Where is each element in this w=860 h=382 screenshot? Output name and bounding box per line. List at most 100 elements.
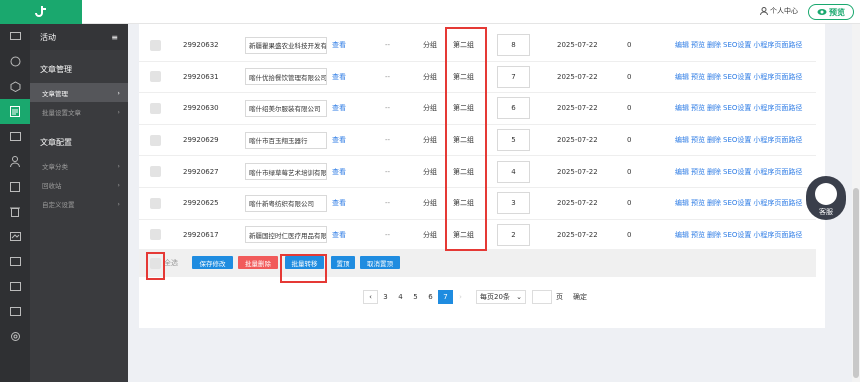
sort-input[interactable]: 2 xyxy=(497,223,530,246)
person-icon[interactable] xyxy=(0,149,30,174)
trash-icon[interactable] xyxy=(0,199,30,224)
preview-button[interactable]: 预览 xyxy=(808,4,854,20)
view-link[interactable]: 查看 xyxy=(332,30,346,61)
row-checkbox[interactable] xyxy=(150,197,161,209)
chart-icon[interactable] xyxy=(0,224,30,249)
preview-link[interactable]: 预览 xyxy=(691,167,705,177)
article-name-input[interactable]: 喀什市绿草莓艺术培训有限 xyxy=(245,163,327,181)
preview-link[interactable]: 预览 xyxy=(691,198,705,208)
miniapp-path-link[interactable]: 小程序页面路径 xyxy=(753,103,802,113)
article-name-input[interactable]: 喀什绍美尔服装有限公司 xyxy=(245,99,327,117)
sidebar-item-custom[interactable]: 自定义设置 › xyxy=(30,194,128,213)
scrollbar[interactable] xyxy=(852,24,860,382)
clipboard-icon[interactable] xyxy=(0,174,30,199)
sidebar-item-article-manage[interactable]: 文章管理 › xyxy=(30,83,128,102)
miniapp-path-link[interactable]: 小程序页面路径 xyxy=(753,167,802,177)
list-icon[interactable] xyxy=(0,249,30,274)
edit-link[interactable]: 编辑 xyxy=(675,72,689,82)
article-name-input[interactable]: 新疆瞿果盛农业科技开发有 xyxy=(245,36,327,54)
view-link[interactable]: 查看 xyxy=(332,220,346,251)
sort-input[interactable]: 7 xyxy=(497,65,530,88)
sort-input[interactable]: 8 xyxy=(497,34,530,57)
miniapp-path-link[interactable]: 小程序页面路径 xyxy=(753,40,802,50)
edit-link[interactable]: 编辑 xyxy=(675,103,689,113)
delete-link[interactable]: 删除 xyxy=(707,103,721,113)
row-checkbox[interactable] xyxy=(150,134,161,146)
edit-link[interactable]: 编辑 xyxy=(675,230,689,240)
sidebar-item-category[interactable]: 文章分类 › xyxy=(30,156,128,175)
preview-link[interactable]: 预览 xyxy=(691,103,705,113)
scrollbar-thumb[interactable] xyxy=(853,188,859,378)
edit-link[interactable]: 编辑 xyxy=(675,40,689,50)
sort-input[interactable]: 5 xyxy=(497,129,530,152)
sidebar-item-batch-settings[interactable]: 批量设置文章 › xyxy=(30,102,128,121)
sort-input[interactable]: 3 xyxy=(497,192,530,215)
page-size-select[interactable]: 每页20条 ⌄ xyxy=(476,290,526,304)
article-name-input[interactable]: 喀什新粤纺织有限公司 xyxy=(245,194,327,212)
preview-link[interactable]: 预览 xyxy=(691,230,705,240)
delete-link[interactable]: 删除 xyxy=(707,167,721,177)
page-jump-confirm[interactable]: 确定 xyxy=(573,292,587,302)
seo-link[interactable]: SEO设置 xyxy=(723,40,751,50)
document-icon[interactable] xyxy=(0,99,30,124)
edit-link[interactable]: 编辑 xyxy=(675,198,689,208)
view-link[interactable]: 查看 xyxy=(332,125,346,156)
miniapp-path-link[interactable]: 小程序页面路径 xyxy=(753,72,802,82)
seo-link[interactable]: SEO设置 xyxy=(723,72,751,82)
preview-link[interactable]: 预览 xyxy=(691,40,705,50)
collapse-icon[interactable]: ≡ xyxy=(111,33,118,42)
sort-input[interactable]: 4 xyxy=(497,160,530,183)
cube-icon[interactable] xyxy=(0,74,30,99)
gear-icon[interactable] xyxy=(0,324,30,349)
sort-input[interactable]: 6 xyxy=(497,97,530,120)
preview-link[interactable]: 预览 xyxy=(691,135,705,145)
card-icon[interactable] xyxy=(0,274,30,299)
page-number-button[interactable]: 3 xyxy=(378,290,393,304)
preview-link[interactable]: 预览 xyxy=(691,72,705,82)
page-jump-input[interactable] xyxy=(532,290,552,304)
image-icon[interactable] xyxy=(0,124,30,149)
customer-service-float[interactable]: 客服 xyxy=(806,176,846,220)
unpin-button[interactable]: 取消置顶 xyxy=(360,256,400,269)
palette-icon[interactable] xyxy=(0,49,30,74)
delete-link[interactable]: 删除 xyxy=(707,198,721,208)
article-name-input[interactable]: 喀什市百玉翔玉器行 xyxy=(245,131,327,149)
monitor-icon[interactable] xyxy=(0,24,30,49)
next-page-button[interactable]: › xyxy=(453,290,468,304)
view-link[interactable]: 查看 xyxy=(332,62,346,93)
row-checkbox[interactable] xyxy=(150,71,161,83)
page-number-button[interactable]: 5 xyxy=(408,290,423,304)
article-name-input[interactable]: 新疆国控时仁医疗用品有限 xyxy=(245,226,327,244)
edit-link[interactable]: 编辑 xyxy=(675,135,689,145)
seo-link[interactable]: SEO设置 xyxy=(723,103,751,113)
window-icon[interactable] xyxy=(0,299,30,324)
row-checkbox[interactable] xyxy=(150,166,161,178)
delete-link[interactable]: 删除 xyxy=(707,230,721,240)
row-checkbox[interactable] xyxy=(150,102,161,114)
delete-link[interactable]: 删除 xyxy=(707,40,721,50)
miniapp-path-link[interactable]: 小程序页面路径 xyxy=(753,135,802,145)
row-checkbox[interactable] xyxy=(150,39,161,51)
seo-link[interactable]: SEO设置 xyxy=(723,230,751,240)
edit-link[interactable]: 编辑 xyxy=(675,167,689,177)
prev-page-button[interactable]: ‹ xyxy=(363,290,378,304)
seo-link[interactable]: SEO设置 xyxy=(723,135,751,145)
save-button[interactable]: 保存修改 xyxy=(192,256,233,269)
miniapp-path-link[interactable]: 小程序页面路径 xyxy=(753,198,802,208)
seo-link[interactable]: SEO设置 xyxy=(723,167,751,177)
page-number-button[interactable]: 6 xyxy=(423,290,438,304)
user-center[interactable]: 个人中心 xyxy=(760,6,798,16)
article-name-input[interactable]: 喀什优拾餐饮管理有限公司 xyxy=(245,68,327,86)
view-link[interactable]: 查看 xyxy=(332,188,346,219)
pin-button[interactable]: 置顶 xyxy=(331,256,355,269)
miniapp-path-link[interactable]: 小程序页面路径 xyxy=(753,230,802,240)
delete-link[interactable]: 删除 xyxy=(707,135,721,145)
page-number-button[interactable]: 7 xyxy=(438,290,453,304)
view-link[interactable]: 查看 xyxy=(332,93,346,124)
seo-link[interactable]: SEO设置 xyxy=(723,198,751,208)
sidebar-item-recycle[interactable]: 回收站 › xyxy=(30,175,128,194)
delete-link[interactable]: 删除 xyxy=(707,72,721,82)
app-logo[interactable] xyxy=(0,0,82,24)
batch-delete-button[interactable]: 批量删除 xyxy=(238,256,278,269)
row-checkbox[interactable] xyxy=(150,229,161,241)
